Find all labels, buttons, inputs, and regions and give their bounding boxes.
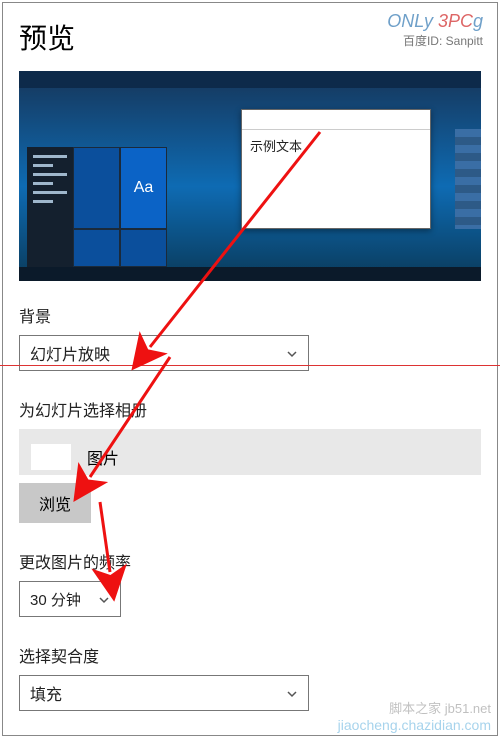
watermark: ONLy 3PCg 百度ID: Sanpitt — [387, 11, 483, 49]
footer-watermark-b: jiaocheng.chazidian.com — [338, 717, 491, 733]
fit-dropdown[interactable]: 填充 — [19, 675, 309, 711]
sample-window-text: 示例文本 — [242, 130, 430, 161]
chevron-down-icon — [286, 347, 298, 359]
background-preview: Aa 示例文本 — [19, 71, 481, 281]
chevron-down-icon — [286, 687, 298, 699]
fit-label: 选择契合度 — [19, 643, 481, 667]
sample-window: 示例文本 — [241, 109, 431, 229]
tile-aa: Aa — [121, 148, 166, 228]
album-label: 为幻灯片选择相册 — [19, 397, 481, 421]
album-item-label: 图片 — [87, 445, 119, 469]
chevron-down-icon — [98, 593, 110, 605]
annotation-divider — [0, 365, 500, 366]
frequency-dropdown[interactable]: 30 分钟 — [19, 581, 121, 617]
fit-dropdown-value: 填充 — [30, 681, 62, 705]
background-dropdown-value: 幻灯片放映 — [30, 341, 110, 365]
background-label: 背景 — [19, 303, 481, 327]
album-thumb — [31, 444, 71, 470]
browse-button[interactable]: 浏览 — [19, 483, 91, 523]
frequency-label: 更改图片的频率 — [19, 549, 481, 573]
start-menu-mock: Aa — [27, 147, 167, 267]
footer-watermark-a: 脚本之家 jb51.net — [389, 698, 491, 717]
album-block: 图片 — [19, 429, 481, 475]
frequency-dropdown-value: 30 分钟 — [30, 589, 81, 610]
